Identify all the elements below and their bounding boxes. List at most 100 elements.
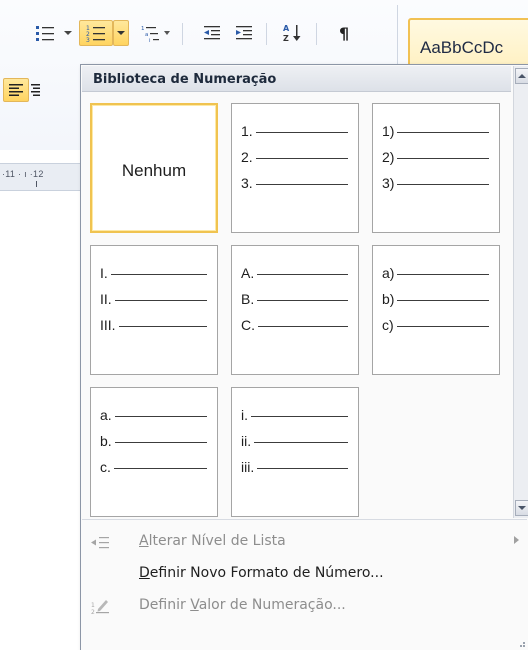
placeholder-line <box>114 441 207 443</box>
tile-row: C. <box>241 316 348 334</box>
sort-button[interactable]: A Z <box>278 20 308 46</box>
bullet-list-icon <box>36 26 54 41</box>
numbering-button[interactable]: 1 2 3 <box>79 20 113 46</box>
list-marker: C. <box>241 317 255 333</box>
tile-row: A. <box>241 264 348 282</box>
chevron-down-icon <box>64 31 72 35</box>
decrease-indent-icon <box>204 26 220 40</box>
placeholder-line <box>397 273 489 275</box>
tile-row: 3. <box>241 174 348 192</box>
tile-row: II. <box>100 290 207 308</box>
align-center-icon <box>31 84 40 96</box>
svg-text:3: 3 <box>86 37 90 42</box>
menu-item-define-number-format[interactable]: Definir Novo Formato de Número... <box>82 559 527 589</box>
placeholder-line <box>397 299 489 301</box>
pilcrow-icon: ¶ <box>339 24 349 42</box>
bullets-dropdown-arrow[interactable] <box>62 20 74 46</box>
placeholder-line <box>257 299 348 301</box>
tile-row: 1. <box>241 122 348 140</box>
placeholder-line <box>397 183 489 185</box>
placeholder-line <box>397 157 489 159</box>
tile-row: b. <box>100 432 207 450</box>
tile-row: i. <box>241 406 348 424</box>
list-marker: 1. <box>241 123 253 139</box>
placeholder-line <box>257 273 348 275</box>
change-list-level-icon <box>90 533 110 551</box>
numbering-tile-none[interactable]: Nenhum <box>90 103 218 233</box>
increase-indent-button[interactable] <box>230 20 258 46</box>
list-marker: II. <box>100 291 112 307</box>
sort-az-icon: A Z <box>283 24 301 43</box>
placeholder-line <box>255 131 348 133</box>
menu-item-label: Definir Valor de Numeração... <box>139 597 346 613</box>
menu-item-label: Definir Novo Formato de Número... <box>139 565 384 581</box>
tile-none-label: Nenhum <box>121 161 187 180</box>
numbered-list-icon: 1 2 3 <box>86 25 105 42</box>
tile-row: c. <box>100 458 207 476</box>
tile-row: a. <box>100 406 207 424</box>
scroll-up-button[interactable] <box>515 68 528 84</box>
tile-row: B. <box>241 290 348 308</box>
align-center-button[interactable] <box>30 82 40 100</box>
placeholder-line <box>251 415 348 417</box>
placeholder-line <box>258 325 348 327</box>
tile-row: 2) <box>382 148 489 166</box>
tile-row: c) <box>382 316 489 334</box>
menu-item-change-list-level[interactable]: Alterar Nível de Lista <box>82 527 527 557</box>
chevron-up-icon <box>518 74 526 78</box>
numbering-tile-lower-alpha-period[interactable]: a. b. c. <box>90 387 218 517</box>
scroll-down-button[interactable] <box>515 500 528 516</box>
list-marker: iii. <box>241 459 255 475</box>
list-marker: 3. <box>241 175 253 191</box>
tile-row: I. <box>100 264 207 282</box>
numbering-dropdown-arrow[interactable] <box>113 20 129 46</box>
list-marker: 1) <box>382 123 395 139</box>
tile-row: ii. <box>241 432 348 450</box>
gallery-scrollbar[interactable] <box>513 66 528 518</box>
tile-row: 2. <box>241 148 348 166</box>
ruler-numbers: ·11 · ı ·12 <box>2 169 44 179</box>
multilevel-list-button[interactable]: 1 a i <box>136 20 176 46</box>
list-marker: III. <box>100 317 116 333</box>
numbering-tile-upper-roman[interactable]: I. II. III. <box>90 245 218 375</box>
svg-text:2: 2 <box>91 609 95 615</box>
tile-row: 1) <box>382 122 489 140</box>
svg-text:i: i <box>149 38 151 42</box>
svg-text:1: 1 <box>91 602 95 609</box>
gallery-header: Biblioteca de Numeração <box>82 66 511 92</box>
svg-text:1: 1 <box>141 26 145 32</box>
resize-grip-icon[interactable] <box>516 638 526 648</box>
list-marker: 3) <box>382 175 395 191</box>
list-marker: ii. <box>241 433 252 449</box>
horizontal-ruler[interactable]: ·11 · ı ·12 <box>0 163 80 191</box>
list-marker: a. <box>100 407 112 423</box>
numbering-tile-upper-alpha[interactable]: A. B. C. <box>231 245 359 375</box>
chevron-down-icon <box>117 31 125 35</box>
svg-text:¶: ¶ <box>339 24 349 42</box>
set-numbering-value-icon: 1 2 <box>90 597 110 615</box>
menu-separator <box>82 519 527 520</box>
list-marker: 2. <box>241 149 253 165</box>
ruler-tick <box>36 181 37 187</box>
list-marker: i. <box>241 407 248 423</box>
decrease-indent-button[interactable] <box>198 20 226 46</box>
tile-row: III. <box>100 316 207 334</box>
submenu-arrow-icon <box>514 536 519 544</box>
style-sample-text: AaBbCcDc <box>420 38 504 57</box>
align-left-button[interactable] <box>3 78 29 102</box>
numbering-tile-decimal-paren[interactable]: 1) 2) 3) <box>372 103 500 233</box>
numbering-tile-lower-alpha-paren[interactable]: a) b) c) <box>372 245 500 375</box>
list-marker: B. <box>241 291 255 307</box>
list-marker: A. <box>241 265 255 281</box>
show-hide-marks-button[interactable]: ¶ <box>330 20 360 46</box>
numbering-tile-decimal-period[interactable]: 1. 2. 3. <box>231 103 359 233</box>
bullets-button[interactable] <box>28 20 62 46</box>
placeholder-line <box>255 183 348 185</box>
ribbon-separator <box>266 23 267 45</box>
menu-item-label: Alterar Nível de Lista <box>139 533 286 549</box>
ribbon-separator <box>316 23 317 45</box>
svg-text:Z: Z <box>283 34 289 43</box>
numbering-tile-lower-roman[interactable]: i. ii. iii. <box>231 387 359 517</box>
svg-text:A: A <box>283 24 290 33</box>
menu-item-set-numbering-value[interactable]: 1 2 Definir Valor de Numeração... <box>82 591 527 621</box>
